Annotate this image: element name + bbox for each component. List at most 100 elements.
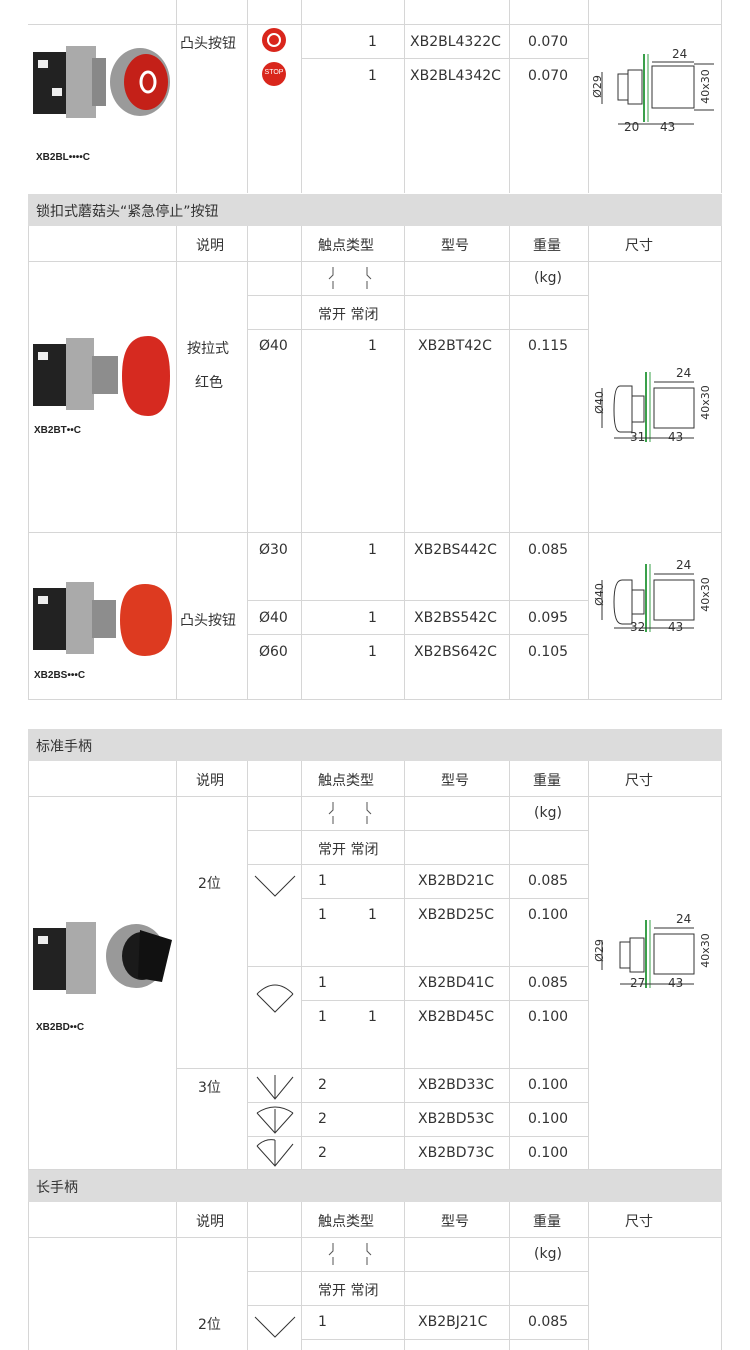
header-model: 型号 <box>441 238 469 254</box>
model-cell: XB2BS642C <box>414 644 497 660</box>
stop-button-icon: STOP <box>262 62 286 90</box>
qty-cell: 1 <box>368 644 377 660</box>
model-cell: XB2BS442C <box>414 542 497 558</box>
selector-arc-icon <box>253 976 297 1020</box>
model-cell: XB2BJ21C <box>418 1314 488 1330</box>
size-cell: Ø60 <box>259 644 288 660</box>
header-dim: 尺寸 <box>625 773 653 789</box>
size-cell: Ø40 <box>259 338 288 354</box>
qty-cell: 1 <box>368 338 377 354</box>
contact-symbol-icon <box>325 265 375 295</box>
header-desc: 说明 <box>196 773 224 789</box>
header-weight: 重量 <box>533 773 561 789</box>
weight-cell: 0.085 <box>528 873 569 889</box>
unit-label: (kg) <box>534 270 562 286</box>
no-cell: 1 <box>318 873 327 889</box>
desc-label: 按拉式 <box>187 341 229 357</box>
dim-d: Ø40 <box>592 583 606 606</box>
weight-cell: 0.095 <box>528 610 569 626</box>
weight-cell: 0.070 <box>528 34 569 50</box>
no-cell: 2 <box>318 1145 327 1161</box>
dim-b: 43 <box>668 430 684 444</box>
selector-v-icon <box>253 872 297 902</box>
header-desc: 说明 <box>196 238 224 254</box>
product-image-xb2bs <box>30 574 175 668</box>
nc-cell: 1 <box>368 907 377 923</box>
dim-c: 24 <box>672 47 688 61</box>
position-label: 3位 <box>198 1080 221 1096</box>
section-header: 锁扣式蘑菇头“紧急停止”按钮 <box>28 194 722 226</box>
header-model: 型号 <box>441 1214 469 1230</box>
weight-cell: 0.115 <box>528 338 569 354</box>
no-nc-label: 常开 常闭 <box>318 307 379 323</box>
section-title: 长手柄 <box>36 1180 78 1196</box>
model-cell: XB2BT42C <box>418 338 492 354</box>
dim-c: 24 <box>676 558 692 572</box>
dimension-drawing: 24 Ø29 40x30 20 43 <box>590 44 717 140</box>
model-cell: XB2BL4322C <box>410 34 501 50</box>
weight-cell: 0.070 <box>528 68 569 84</box>
model-cell: XB2BD45C <box>418 1009 495 1025</box>
dimension-drawing: 24 Ø40 40x30 31 43 <box>592 366 717 452</box>
no-cell: 1 <box>318 975 327 991</box>
circle-button-icon <box>262 28 286 56</box>
section-title: 锁扣式蘑菇头“紧急停止”按钮 <box>36 204 219 220</box>
dim-c: 24 <box>676 912 692 926</box>
header-desc: 说明 <box>196 1214 224 1230</box>
header-dim: 尺寸 <box>625 1214 653 1230</box>
selector-3pos-arc-icon <box>253 1105 297 1139</box>
product-caption: XB2BS•••C <box>34 670 86 681</box>
dim-a: 27 <box>630 976 646 990</box>
product-caption: XB2BD••C <box>36 1022 85 1033</box>
selector-3pos-icon <box>253 1073 297 1105</box>
product-image-xb2bd <box>30 916 175 1010</box>
weight-cell: 0.100 <box>528 1145 569 1161</box>
header-contact: 触点类型 <box>318 238 374 254</box>
dim-d: Ø40 <box>592 391 606 414</box>
header-dim: 尺寸 <box>625 238 653 254</box>
weight-cell: 0.085 <box>528 542 569 558</box>
dim-a: 32 <box>630 620 646 634</box>
product-image-xb2bt <box>30 330 175 424</box>
dim-h: 40x30 <box>698 69 712 104</box>
no-cell: 2 <box>318 1111 327 1127</box>
header-model: 型号 <box>441 773 469 789</box>
position-label: 2位 <box>198 876 221 892</box>
no-nc-label: 常开 常闭 <box>318 1283 379 1299</box>
weight-cell: 0.100 <box>528 907 569 923</box>
contact-symbol-icon <box>325 1241 375 1271</box>
selector-3pos-arc2-icon <box>253 1138 297 1172</box>
section-header: 长手柄 <box>28 1170 722 1202</box>
dim-b: 43 <box>660 120 676 134</box>
selector-v-icon <box>253 1313 297 1343</box>
desc-label: 凸头按钮 <box>180 36 236 52</box>
weight-cell: 0.100 <box>528 1009 569 1025</box>
size-cell: Ø40 <box>259 610 288 626</box>
section-header: 标准手柄 <box>28 729 722 761</box>
model-cell: XB2BD21C <box>418 873 495 889</box>
section-title: 标准手柄 <box>36 739 92 755</box>
dim-d: Ø29 <box>592 939 606 962</box>
desc-label: 红色 <box>195 375 223 391</box>
model-cell: XB2BD33C <box>418 1077 495 1093</box>
header-contact: 触点类型 <box>318 1214 374 1230</box>
model-cell: XB2BD41C <box>418 975 495 991</box>
weight-cell: 0.100 <box>528 1077 569 1093</box>
unit-label: (kg) <box>534 805 562 821</box>
no-cell: 1 <box>318 1009 327 1025</box>
dim-a: 20 <box>624 120 640 134</box>
header-weight: 重量 <box>533 1214 561 1230</box>
dim-h: 40x30 <box>698 577 712 612</box>
weight-cell: 0.105 <box>528 644 569 660</box>
dim-b: 43 <box>668 976 684 990</box>
position-label: 2位 <box>198 1317 221 1333</box>
model-cell: XB2BD73C <box>418 1145 495 1161</box>
dim-b: 43 <box>668 620 684 634</box>
weight-cell: 0.100 <box>528 1111 569 1127</box>
dim-c: 24 <box>676 366 692 380</box>
dim-d: Ø29 <box>590 75 604 98</box>
qty-cell: 1 <box>368 34 377 50</box>
product-caption: XB2BL••••C <box>36 152 91 163</box>
stop-label: STOP <box>264 69 284 76</box>
weight-cell: 0.085 <box>528 1314 569 1330</box>
